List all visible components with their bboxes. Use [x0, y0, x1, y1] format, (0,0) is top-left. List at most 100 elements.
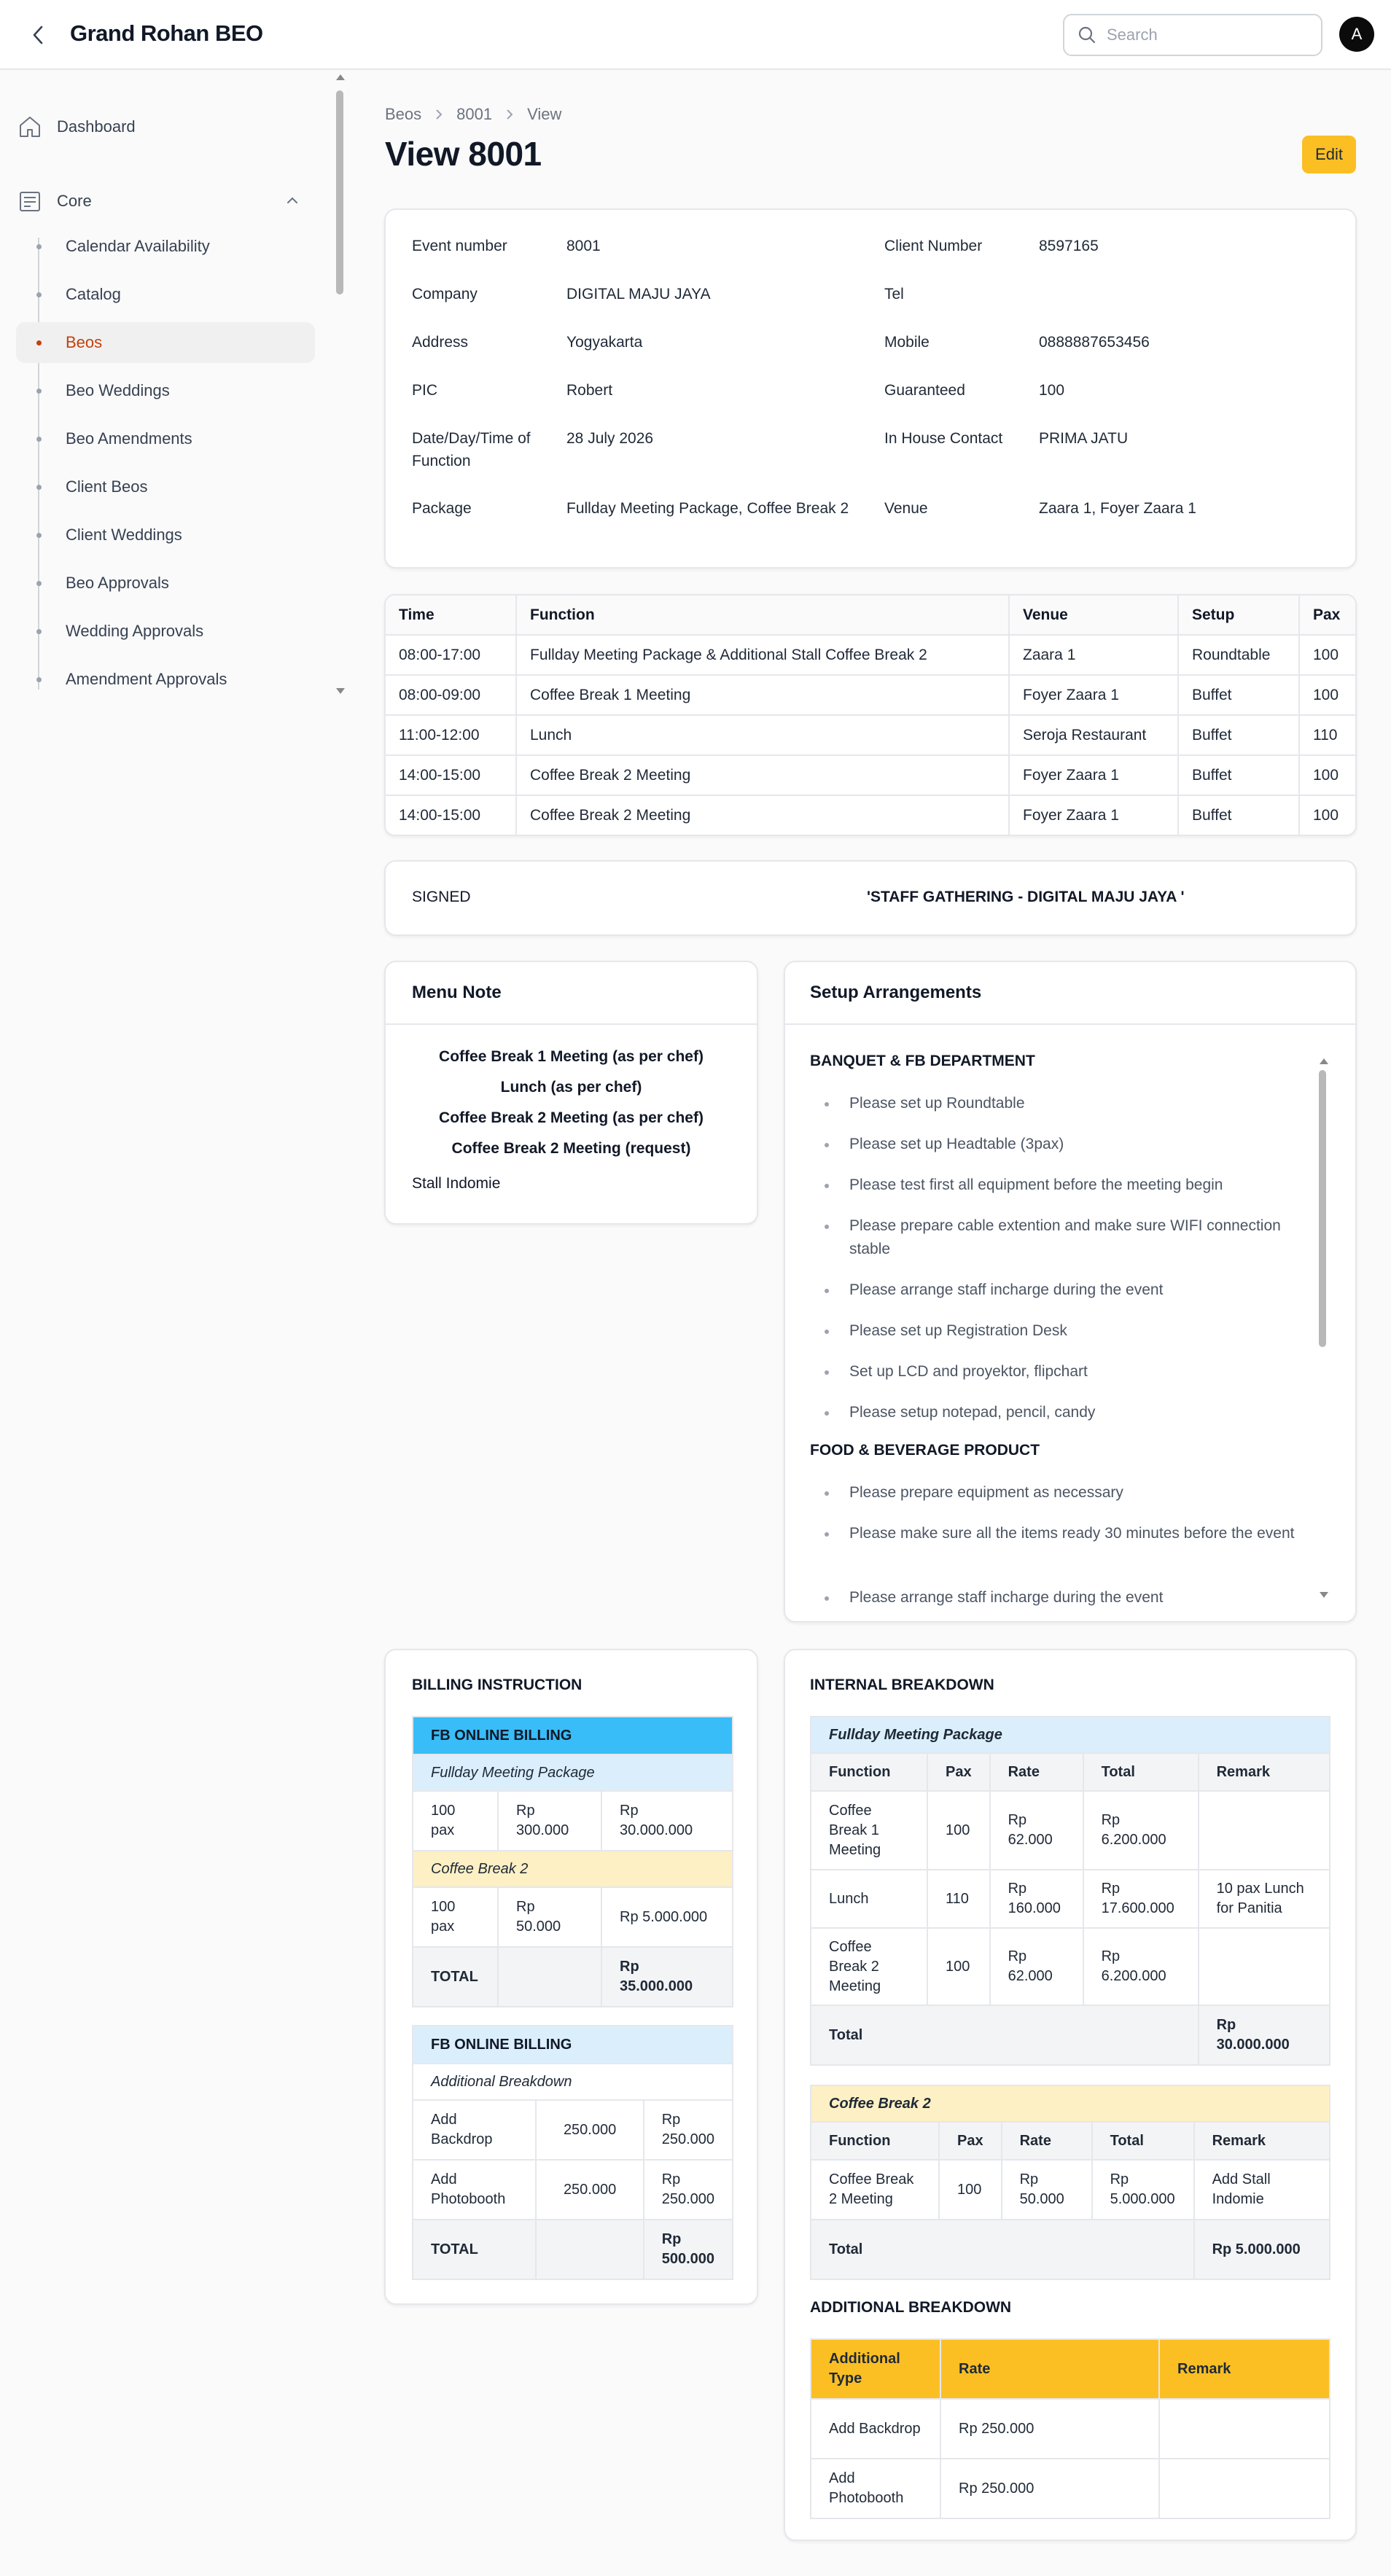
search-input[interactable]: [1107, 26, 1296, 44]
field-value: Fullday Meeting Package, Coffee Break 2: [566, 500, 849, 517]
scroll-down-icon[interactable]: [1320, 1592, 1328, 1598]
sidebar-item-calendar-availability[interactable]: Calendar Availability: [16, 226, 315, 267]
sidebar-item-beos[interactable]: Beos: [16, 322, 315, 363]
field-value: 8597165: [1039, 238, 1099, 254]
sidebar-item-client-weddings[interactable]: Client Weddings: [16, 515, 315, 555]
table-row: 14:00-15:00 Coffee Break 2 Meeting Foyer Z…: [386, 755, 1355, 796]
table-row: Coffee Break 2 Meeting 100 Rp 62.000 Rp 6.2…: [810, 1927, 1331, 2006]
table-cell: 100: [1299, 635, 1355, 676]
sidebar-item-label: Client Beos: [66, 477, 148, 496]
table-cell: Foyer Zaara 1: [1009, 755, 1179, 796]
sidebar-item-wedding-approvals[interactable]: Wedding Approvals: [16, 611, 315, 652]
field-label: In House Contact: [884, 430, 1003, 447]
setup-scrollbar[interactable]: [1316, 1054, 1329, 1601]
sidebar-item-dashboard[interactable]: Dashboard: [17, 108, 315, 146]
field-label: Mobile: [884, 334, 930, 351]
edit-button[interactable]: Edit: [1302, 136, 1356, 173]
divider: [785, 1023, 1355, 1025]
sidebar-item-amendment-approvals[interactable]: Amendment Approvals: [16, 659, 315, 700]
table-cell: 100: [927, 1790, 991, 1870]
bullet-dot: [36, 340, 42, 346]
column-header: Pax: [938, 2121, 1002, 2161]
chevron-up-icon[interactable]: [286, 195, 299, 206]
column-header: Setup: [1178, 596, 1300, 636]
scroll-up-icon[interactable]: [336, 74, 345, 80]
field-value: Zaara 1, Foyer Zaara 1: [1039, 500, 1196, 517]
sidebar-group-label: Core: [57, 192, 92, 210]
billing-cell: Rp 5.000.000: [601, 1886, 733, 1948]
billing-cell: [497, 1946, 602, 2007]
table-cell: Buffet: [1178, 795, 1300, 835]
search-box[interactable]: [1063, 14, 1322, 56]
sidebar-item-catalog[interactable]: Catalog: [16, 274, 315, 315]
scrollbar-thumb[interactable]: [336, 90, 343, 294]
sidebar-item-beo-weddings[interactable]: Beo Weddings: [16, 370, 315, 411]
setup-section-heading: BANQUET & FB DEPARTMENT: [810, 1053, 1035, 1069]
column-header: Additional Type: [810, 2338, 941, 2400]
field-label: Client Number: [884, 238, 983, 254]
setup-scroll-area[interactable]: BANQUET & FB DEPARTMENT Please set up Ro…: [785, 1026, 1314, 1614]
field-label: Guaranteed: [884, 382, 965, 399]
table-cell: [1197, 1790, 1331, 1870]
billing-cell: Rp 300.000: [497, 1790, 602, 1851]
billing-cell: Rp 250.000: [642, 2159, 734, 2220]
table-cell: Buffet: [1178, 755, 1300, 796]
billing-cell: Add Backdrop: [411, 2099, 537, 2161]
breadcrumb-item[interactable]: 8001: [456, 105, 492, 124]
sidebar-group-core[interactable]: Core: [17, 182, 315, 220]
setup-item: Please set up Registration Desk: [825, 1319, 1314, 1343]
bullet-dot: [36, 292, 42, 297]
table-cell: 100: [1299, 675, 1355, 716]
menu-line: Coffee Break 2 Meeting (request): [451, 1140, 691, 1157]
field-label: PIC: [412, 382, 438, 399]
table-cell: [1197, 1927, 1331, 2006]
sidebar-item-client-beos[interactable]: Client Beos: [16, 467, 315, 507]
field-label: Tel: [884, 286, 904, 303]
table-cell: Rp 160.000: [989, 1869, 1084, 1929]
additional-breakdown: Additional Type Rate Remark Add Backdrop Rp…: [810, 2338, 1330, 2519]
table-cell: [1158, 2458, 1330, 2519]
info-card: Event number 8001 Client Number 8597165 …: [384, 208, 1357, 569]
billing-cell: Rp 30.000.000: [601, 1790, 733, 1851]
menu-extra: Stall Indomie: [412, 1175, 501, 1192]
chevron-right-icon: [505, 109, 514, 120]
billing-block-1: FB ONLINE BILLING Fullday Meeting Packag…: [412, 1716, 733, 2007]
field-label: Venue: [884, 500, 928, 517]
setup-item: Please prepare equipment as necessary: [825, 1481, 1314, 1504]
table-cell: 100: [938, 2159, 1002, 2220]
back-button[interactable]: [23, 19, 52, 51]
column-header: Rate: [989, 1752, 1084, 1792]
table-row: Coffee Break 1 Meeting 100 Rp 62.000 Rp 6.2…: [810, 1790, 1331, 1870]
table-row: Coffee Break 2 Meeting 100 Rp 50.000 Rp 5.0…: [810, 2159, 1331, 2220]
breadcrumb-item: View: [527, 105, 562, 123]
table-cell: Rp 6.200.000: [1082, 1927, 1199, 2006]
setup-item: Please set up Headtable (3pax): [825, 1133, 1314, 1156]
function-table: Time Function Venue Setup Pax 08:00-17:00 Ful…: [386, 596, 1355, 835]
setup-item: Set up LCD and proyektor, flipchart: [825, 1360, 1314, 1383]
breadcrumb-item[interactable]: Beos: [385, 105, 421, 124]
table-cell: Roundtable: [1178, 635, 1300, 676]
sidebar-item-beo-approvals[interactable]: Beo Approvals: [16, 563, 315, 604]
sidebar-item-beo-amendments[interactable]: Beo Amendments: [16, 418, 315, 459]
column-header: Venue: [1009, 596, 1179, 636]
page-title: View 8001: [385, 135, 542, 173]
signed-label: SIGNED: [412, 889, 471, 905]
scroll-up-icon[interactable]: [1320, 1058, 1328, 1064]
scrollbar-thumb[interactable]: [1319, 1070, 1326, 1347]
billing-total: Rp 35.000.000: [601, 1946, 733, 2007]
billing-cell: 100 pax: [412, 1790, 499, 1851]
signed-value: 'STAFF GATHERING - DIGITAL MAJU JAYA ': [867, 889, 1185, 905]
sidebar-scrollbar[interactable]: [332, 70, 346, 697]
bullet-dot: [36, 437, 42, 442]
sidebar-item-label: Catalog: [66, 285, 121, 303]
sidebar-item-label: Beos: [66, 333, 103, 351]
scroll-down-icon[interactable]: [336, 688, 345, 694]
table-cell: Rp 62.000: [989, 1790, 1084, 1870]
billing-total-label: TOTAL: [411, 2219, 537, 2280]
billing-table: FB ONLINE BILLING Fullday Meeting Packag…: [412, 1716, 733, 2007]
menu-line: Coffee Break 1 Meeting (as per chef): [439, 1048, 704, 1065]
search-icon: [1078, 26, 1096, 44]
avatar[interactable]: A: [1339, 17, 1374, 52]
internal-table: Fullday Meeting Package Function Pax Rate T…: [810, 1716, 1331, 2066]
table-row: 14:00-15:00 Coffee Break 2 Meeting Foyer Z…: [386, 795, 1355, 835]
